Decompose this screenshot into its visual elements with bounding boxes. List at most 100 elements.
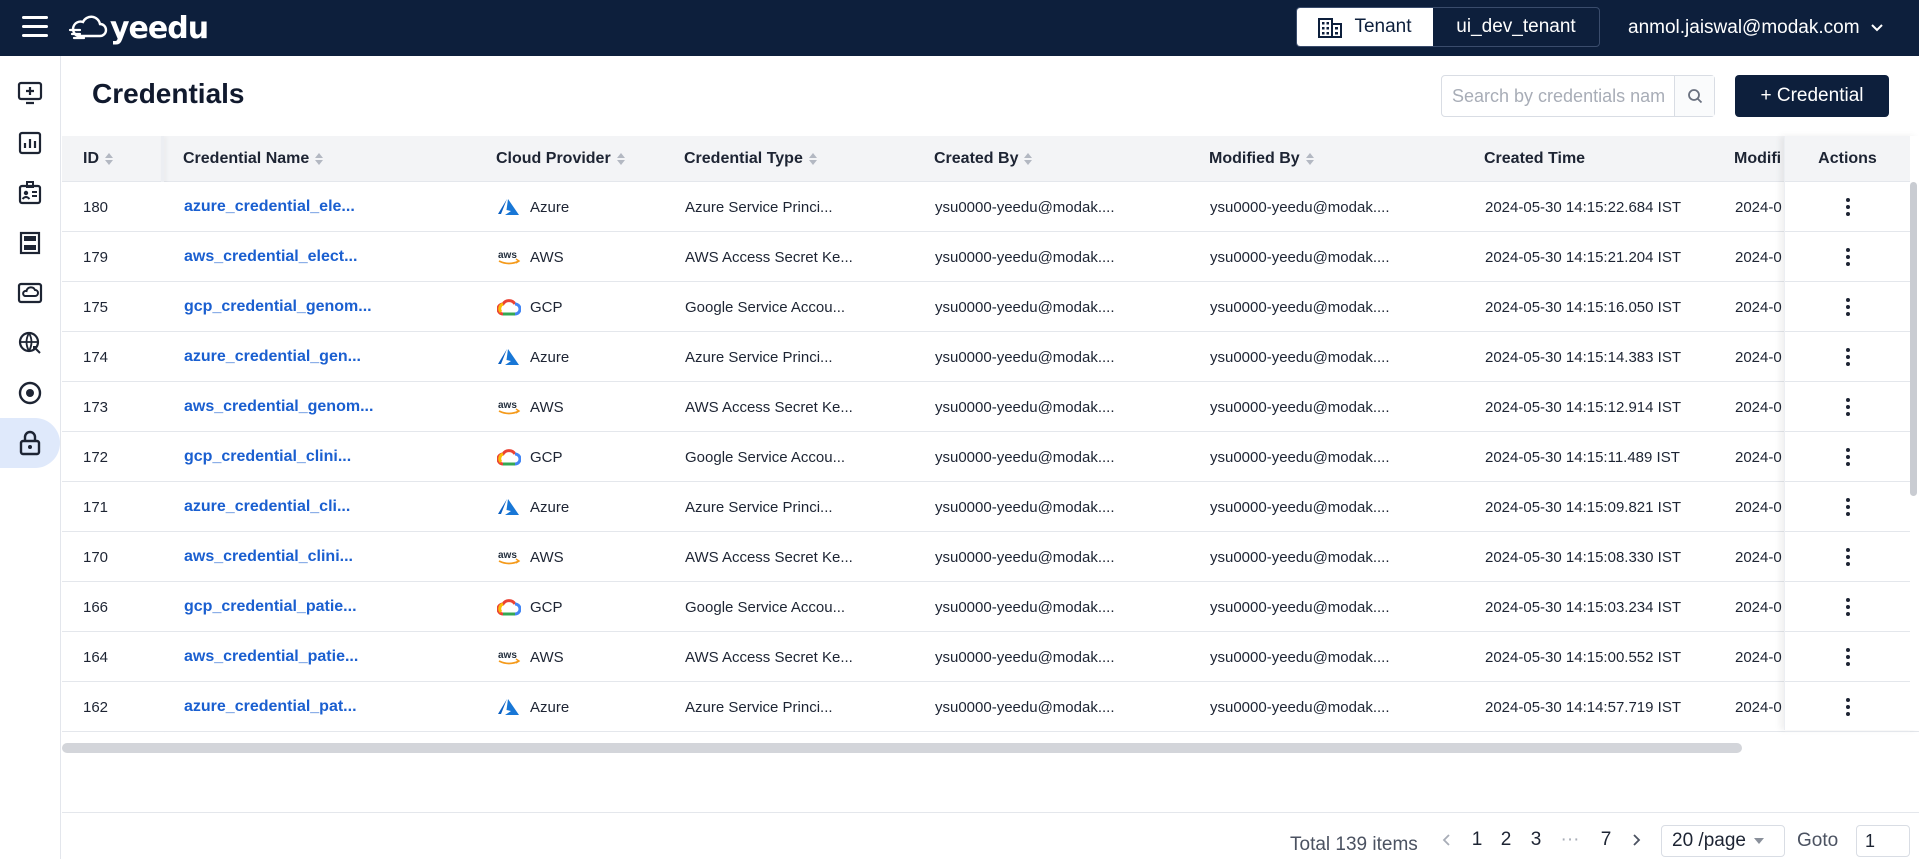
cell-name[interactable]: gcp_credential_clini... (184, 432, 351, 482)
sort-icon[interactable] (1305, 153, 1314, 165)
cell-provider: Azure (496, 332, 569, 382)
vertical-scrollbar[interactable] (1910, 182, 1917, 730)
row-actions-button[interactable] (1785, 682, 1910, 732)
provider-logo (496, 447, 522, 467)
sidebar-item-workspace[interactable] (0, 68, 60, 118)
table-row[interactable]: 162 azure_credential_pat... Azure Azure Ser… (62, 682, 1919, 732)
table-row[interactable]: 175 gcp_credential_genom... GCP Google Serv… (62, 282, 1919, 332)
sort-icon[interactable] (1024, 153, 1033, 165)
page-ellipsis[interactable]: ··· (1559, 825, 1581, 855)
table-row[interactable]: 166 gcp_credential_patie... GCP Google Serv… (62, 582, 1919, 632)
gcp-icon (497, 449, 521, 466)
cell-name[interactable]: azure_credential_pat... (184, 682, 357, 732)
column-header-type[interactable]: Credential Type (684, 136, 817, 182)
column-header-created-by[interactable]: Created By (934, 136, 1033, 182)
page-button-7[interactable]: 7 (1595, 825, 1617, 855)
search-box (1441, 75, 1715, 117)
more-vertical-icon (1840, 344, 1856, 370)
cell-name[interactable]: azure_credential_gen... (184, 332, 361, 382)
table-row[interactable]: 174 azure_credential_gen... Azure Azure Ser… (62, 332, 1919, 382)
page-size-select[interactable]: 20 /page (1661, 825, 1785, 857)
table-row[interactable]: 180 azure_credential_ele... Azure Azure Ser… (62, 182, 1919, 232)
provider-logo: aws (496, 247, 522, 267)
cell-modified-by: ysu0000-yeedu@modak.... (1210, 398, 1390, 416)
cell-provider: aws AWS (498, 398, 564, 416)
cloud-logo-icon (68, 15, 108, 40)
sidebar-item-cloud-env[interactable] (0, 268, 60, 318)
row-actions-button[interactable] (1785, 382, 1910, 432)
more-vertical-icon (1840, 694, 1856, 720)
table-header: ID Credential Name Cloud Provider Creden… (62, 136, 1919, 182)
table-row[interactable]: 173 aws_credential_genom... aws AWS AWS Acce… (62, 382, 1919, 432)
table-row[interactable]: 179 aws_credential_elect... aws AWS AWS Acce… (62, 232, 1919, 282)
cell-type: AWS Access Secret Ke... (685, 398, 853, 416)
page-button-3[interactable]: 3 (1525, 825, 1547, 855)
more-vertical-icon (1840, 394, 1856, 420)
id-card-icon (18, 181, 42, 205)
cell-name[interactable]: gcp_credential_patie... (184, 582, 357, 632)
column-header-name[interactable]: Credential Name (183, 136, 324, 182)
add-credential-button[interactable]: + Credential (1735, 75, 1889, 117)
cell-name[interactable]: aws_credential_patie... (184, 632, 358, 682)
sort-icon[interactable] (315, 153, 324, 165)
row-actions-button[interactable] (1785, 282, 1910, 332)
cell-created-by: ysu0000-yeedu@modak.... (935, 648, 1115, 666)
row-actions-button[interactable] (1785, 432, 1910, 482)
azure-icon (498, 499, 519, 515)
hamburger-menu-icon[interactable] (22, 16, 48, 38)
table-row[interactable]: 170 aws_credential_clini... aws AWS AWS Acce… (62, 532, 1919, 582)
cell-name[interactable]: azure_credential_cli... (184, 482, 350, 532)
sort-icon[interactable] (105, 153, 113, 165)
sidebar-item-targets[interactable] (0, 368, 60, 418)
prev-page-button[interactable] (1436, 825, 1458, 855)
page-button-2[interactable]: 2 (1495, 825, 1517, 855)
next-page-button[interactable] (1625, 825, 1647, 855)
cell-name[interactable]: gcp_credential_genom... (184, 282, 372, 332)
user-menu[interactable]: anmol.jaiswal@modak.com (1628, 8, 1884, 48)
sidebar-item-dashboard[interactable] (0, 118, 60, 168)
cell-id: 180 (83, 198, 109, 216)
chevron-down-icon (1870, 24, 1883, 32)
tenant-button[interactable]: Tenant (1297, 8, 1433, 46)
sidebar-item-networks[interactable] (0, 318, 60, 368)
cell-type: Azure Service Princi... (685, 698, 833, 716)
row-actions-button[interactable] (1785, 632, 1910, 682)
row-actions-button[interactable] (1785, 532, 1910, 582)
table-row[interactable]: 164 aws_credential_patie... aws AWS AWS Acce… (62, 632, 1919, 682)
page-title: Credentials (92, 78, 245, 109)
search-input[interactable] (1442, 76, 1674, 116)
row-actions-button[interactable] (1785, 582, 1910, 632)
table-row[interactable]: 171 azure_credential_cli... Azure Azure Ser… (62, 482, 1919, 532)
column-header-provider[interactable]: Cloud Provider (496, 136, 625, 182)
row-actions-button[interactable] (1785, 332, 1910, 382)
cell-name[interactable]: aws_credential_genom... (184, 382, 373, 432)
cell-modified-time: 2024-0 (1735, 698, 1782, 716)
sort-icon[interactable] (616, 153, 625, 165)
cell-name[interactable]: aws_credential_clini... (184, 532, 353, 582)
row-actions-button[interactable] (1785, 232, 1910, 282)
target-icon (18, 381, 42, 405)
more-vertical-icon (1840, 644, 1856, 670)
horizontal-scrollbar[interactable] (62, 743, 1742, 753)
cell-name[interactable]: aws_credential_elect... (184, 232, 357, 282)
sidebar-item-credentials[interactable] (0, 418, 60, 468)
vertical-scrollbar-thumb[interactable] (1910, 182, 1917, 496)
cell-name[interactable]: azure_credential_ele... (184, 182, 355, 232)
column-header-modified-by[interactable]: Modified By (1209, 136, 1314, 182)
sidebar-item-clusters[interactable] (0, 218, 60, 268)
row-actions-button[interactable] (1785, 482, 1910, 532)
logo[interactable]: yeedu (68, 8, 209, 48)
cell-id: 162 (83, 698, 109, 716)
row-actions-button[interactable] (1785, 182, 1910, 232)
sort-icon[interactable] (808, 153, 817, 165)
building-icon (1318, 18, 1343, 38)
table-row[interactable]: 172 gcp_credential_clini... GCP Google Serv… (62, 432, 1919, 482)
cell-modified-time: 2024-0 (1735, 398, 1782, 416)
tenant-name[interactable]: ui_dev_tenant (1433, 8, 1599, 46)
sidebar-item-users[interactable] (0, 168, 60, 218)
cell-provider: GCP (496, 282, 563, 332)
page-button-1[interactable]: 1 (1466, 825, 1488, 855)
goto-input[interactable] (1856, 825, 1910, 857)
search-button[interactable] (1674, 76, 1714, 116)
column-header-id[interactable]: ID (83, 136, 113, 182)
